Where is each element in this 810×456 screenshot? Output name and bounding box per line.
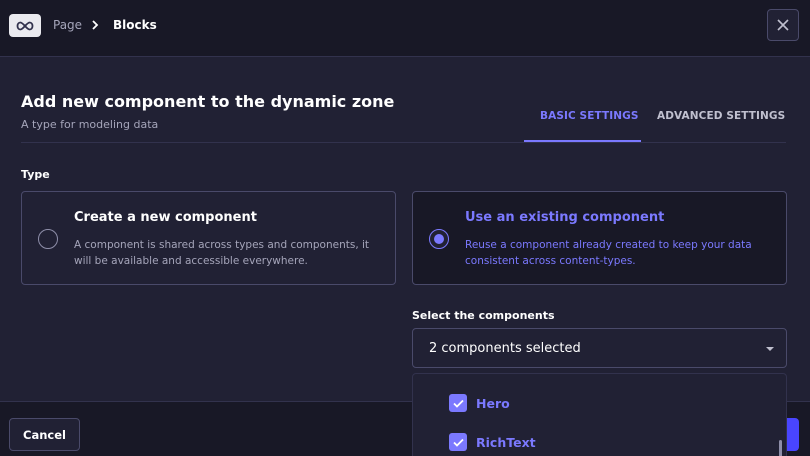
close-button[interactable]: [767, 9, 799, 41]
dropdown-scrollbar[interactable]: [779, 440, 782, 456]
tab-advanced-settings[interactable]: ADVANCED SETTINGS: [657, 110, 785, 122]
checkbox-richtext[interactable]: [449, 433, 467, 451]
select-value: 2 components selected: [429, 341, 581, 356]
modal-subtitle: A type for modeling data: [21, 118, 159, 131]
components-dropdown: Hero RichText: [412, 373, 787, 456]
check-icon: [452, 399, 464, 408]
option-description: Reuse a component already created to kee…: [465, 239, 752, 267]
components-select[interactable]: 2 components selected: [412, 328, 787, 368]
radio-use-existing[interactable]: [429, 229, 449, 249]
checkbox-hero[interactable]: [449, 394, 467, 412]
breadcrumb-current: Blocks: [113, 18, 157, 32]
create-new-component-option[interactable]: Create a new component A component is sh…: [21, 191, 396, 285]
option-label: RichText: [476, 434, 536, 450]
caret-down-icon: [766, 347, 774, 351]
option-description: A component is shared across types and c…: [74, 239, 370, 267]
option-title: Use an existing component: [465, 210, 665, 225]
select-components-label: Select the components: [412, 309, 555, 322]
top-bar: Page Blocks: [0, 0, 810, 57]
tabs-divider: [21, 142, 786, 143]
use-existing-component-option[interactable]: Use an existing component Reuse a compon…: [412, 191, 787, 285]
modal-title: Add new component to the dynamic zone: [21, 92, 395, 111]
close-icon: [777, 16, 789, 35]
radio-create-new[interactable]: [38, 229, 58, 249]
option-title: Create a new component: [74, 210, 257, 225]
breadcrumb-page[interactable]: Page: [53, 18, 82, 32]
active-tab-indicator: [524, 140, 641, 142]
chevron-right-icon: [91, 19, 99, 33]
option-label: Hero: [476, 395, 510, 411]
tab-basic-settings[interactable]: BASIC SETTINGS: [540, 110, 639, 122]
infinity-icon: [9, 14, 41, 37]
dropdown-option-hero[interactable]: Hero: [449, 393, 510, 413]
type-label: Type: [21, 168, 50, 181]
dropdown-option-richtext[interactable]: RichText: [449, 432, 536, 452]
check-icon: [452, 438, 464, 447]
cancel-button[interactable]: Cancel: [9, 418, 80, 451]
